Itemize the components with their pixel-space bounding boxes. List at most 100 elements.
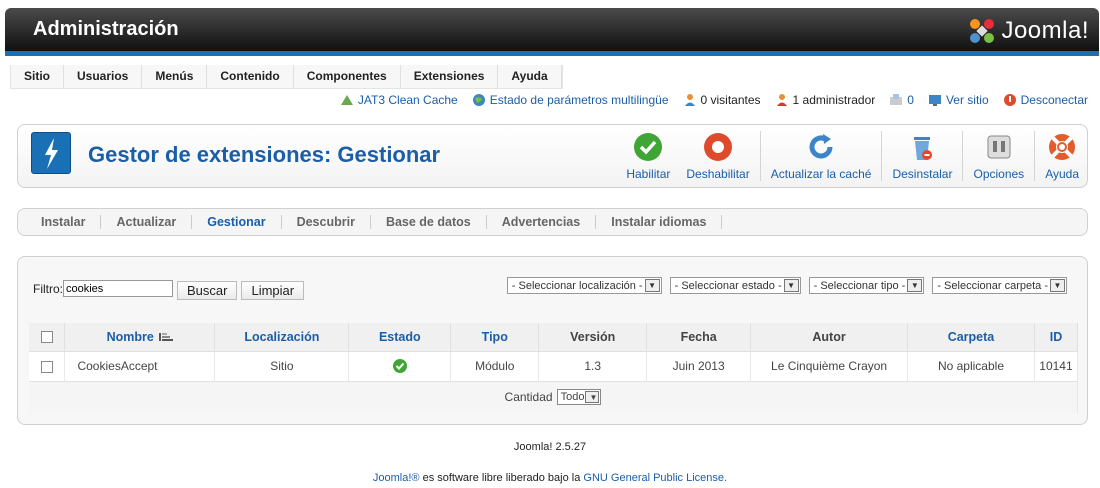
- col-tipo[interactable]: Tipo: [450, 323, 540, 351]
- cache-icon: [340, 95, 353, 105]
- uninstall-button[interactable]: Desinstalar: [884, 131, 960, 181]
- location-select[interactable]: - Seleccionar localización - ▼: [506, 277, 662, 294]
- tab-advertencias[interactable]: Advertencias: [487, 215, 597, 229]
- tab-actualizar[interactable]: Actualizar: [101, 215, 193, 229]
- menu-menus[interactable]: Menús: [142, 65, 208, 88]
- quantity-control: Cantidad Todo ▼: [504, 389, 602, 406]
- logout-icon: [1003, 94, 1016, 106]
- uninstall-label: Desinstalar: [892, 167, 953, 181]
- col-fecha: Fecha: [646, 323, 752, 351]
- menu-extensiones[interactable]: Extensiones: [401, 65, 499, 88]
- options-icon: [987, 135, 1011, 159]
- state-select[interactable]: - Seleccionar estado - ▼: [669, 277, 801, 294]
- status-messages[interactable]: 0: [889, 93, 914, 107]
- select-all-header: [29, 323, 66, 351]
- col-localizacion[interactable]: Localización: [214, 323, 350, 351]
- select-all-checkbox[interactable]: [40, 331, 53, 344]
- row-checkbox[interactable]: [40, 360, 53, 373]
- table-header-row: Nombre Localización Estado Tipo Versión …: [29, 323, 1079, 351]
- menu-componentes[interactable]: Componentes: [294, 65, 401, 88]
- search-button[interactable]: Buscar: [177, 281, 238, 300]
- filter-bar: Filtro: Buscar Limpiar: [33, 277, 305, 300]
- col-estado[interactable]: Estado: [348, 323, 452, 351]
- status-multilang-label: Estado de parámetros multilingüe: [489, 93, 669, 107]
- folder-select-value: - Seleccionar carpeta -: [937, 279, 1048, 292]
- disable-button[interactable]: Deshabilitar: [678, 131, 757, 181]
- pagination-cell: Cantidad Todo ▼: [29, 380, 1078, 413]
- tab-instalar[interactable]: Instalar: [26, 215, 102, 229]
- type-select[interactable]: - Seleccionar tipo - ▼: [808, 277, 925, 294]
- help-button[interactable]: Ayuda: [1037, 131, 1087, 181]
- tab-instalar-idiomas[interactable]: Instalar idiomas: [596, 215, 723, 229]
- joomla-link[interactable]: Joomla!®: [373, 472, 420, 484]
- chevron-down-icon: ▼: [1050, 279, 1065, 292]
- quantity-label: Cantidad: [504, 390, 553, 405]
- status-view-site-label: Ver sitio: [945, 93, 989, 107]
- status-cache[interactable]: JAT3 Clean Cache: [340, 93, 458, 107]
- col-version: Versión: [538, 323, 648, 351]
- col-carpeta[interactable]: Carpeta: [907, 323, 1035, 351]
- status-cache-label: JAT3 Clean Cache: [357, 93, 458, 107]
- cell-name: CookiesAccept: [64, 350, 216, 381]
- options-button[interactable]: Opciones: [965, 131, 1032, 181]
- gpl-link[interactable]: GNU General Public License.: [583, 472, 727, 484]
- joomla-logo[interactable]: Joomla!: [967, 16, 1089, 46]
- trash-icon: [914, 137, 933, 160]
- monitor-icon: [928, 95, 941, 106]
- page-title: Gestor de extensiones: Gestionar: [88, 142, 441, 167]
- version-text: Joomla! 2.5.27: [513, 441, 587, 453]
- joomla-logo-icon: [970, 19, 995, 43]
- status-logout-label: Desconectar: [1020, 93, 1088, 107]
- help-label: Ayuda: [1045, 167, 1079, 181]
- filter-input[interactable]: [63, 280, 173, 297]
- cell-type: Módulo: [450, 350, 540, 381]
- refresh-cache-button[interactable]: Actualizar la caché: [763, 131, 880, 181]
- type-select-value: - Seleccionar tipo -: [813, 279, 906, 292]
- cell-version: 1.3: [538, 350, 648, 381]
- menu-sitio[interactable]: Sitio: [11, 65, 64, 88]
- tab-gestionar[interactable]: Gestionar: [192, 215, 282, 229]
- folder-select[interactable]: - Seleccionar carpeta - ▼: [932, 277, 1067, 294]
- menu-usuarios[interactable]: Usuarios: [64, 65, 143, 88]
- admin-title: Administración: [33, 18, 179, 40]
- refresh-cache-label: Actualizar la caché: [770, 167, 872, 181]
- status-multilang[interactable]: Estado de parámetros multilingüe: [472, 93, 669, 107]
- chevron-down-icon: ▼: [907, 279, 923, 292]
- cell-folder: No aplicable: [907, 350, 1035, 381]
- menu-contenido[interactable]: Contenido: [207, 65, 294, 88]
- toolbar-divider: [1034, 131, 1036, 181]
- extensions-table: Nombre Localización Estado Tipo Versión …: [29, 323, 1079, 413]
- toolbar-panel: Gestor de extensiones: Gestionar Habilit…: [17, 124, 1088, 188]
- clear-button[interactable]: Limpiar: [241, 281, 305, 300]
- col-id[interactable]: ID: [1034, 323, 1079, 351]
- page: Administración Joomla! Sitio Usuarios Me…: [0, 0, 1100, 488]
- menubar: Sitio Usuarios Menús Contenido Component…: [5, 61, 1099, 121]
- status-visitors-label: 0 visitantes: [700, 93, 761, 107]
- sort-icon: [159, 333, 174, 342]
- toolbar-divider: [881, 131, 883, 181]
- cell-state: [348, 350, 452, 381]
- enabled-check-icon[interactable]: [392, 359, 407, 374]
- location-select-value: - Seleccionar localización -: [511, 279, 643, 292]
- tab-base-de-datos[interactable]: Base de datos: [371, 215, 487, 229]
- filter-selects: - Seleccionar localización - ▼ - Selecci…: [506, 277, 1067, 294]
- enable-button[interactable]: Habilitar: [618, 131, 678, 181]
- status-messages-label: 0: [907, 93, 914, 107]
- disable-label: Deshabilitar: [686, 167, 750, 181]
- quantity-select[interactable]: Todo ▼: [556, 389, 602, 406]
- col-nombre[interactable]: Nombre: [64, 323, 216, 351]
- license-text: es software libre liberado bajo la: [419, 472, 584, 484]
- admin-icon: [776, 94, 787, 106]
- tab-descubrir[interactable]: Descubrir: [282, 215, 371, 229]
- status-logout[interactable]: Desconectar: [1003, 93, 1088, 107]
- enable-label: Habilitar: [626, 167, 671, 181]
- main-panel: Filtro: Buscar Limpiar - Seleccionar loc…: [17, 256, 1088, 425]
- menu-ayuda[interactable]: Ayuda: [498, 65, 562, 88]
- cell-author: Le Cinquième Crayon: [750, 350, 909, 381]
- disable-icon: [704, 133, 733, 161]
- extension-manager-icon: [31, 132, 71, 174]
- chevron-down-icon: ▼: [585, 391, 600, 404]
- cell-location: Sitio: [214, 350, 350, 381]
- state-select-value: - Seleccionar estado -: [674, 279, 782, 292]
- status-view-site[interactable]: Ver sitio: [928, 93, 989, 107]
